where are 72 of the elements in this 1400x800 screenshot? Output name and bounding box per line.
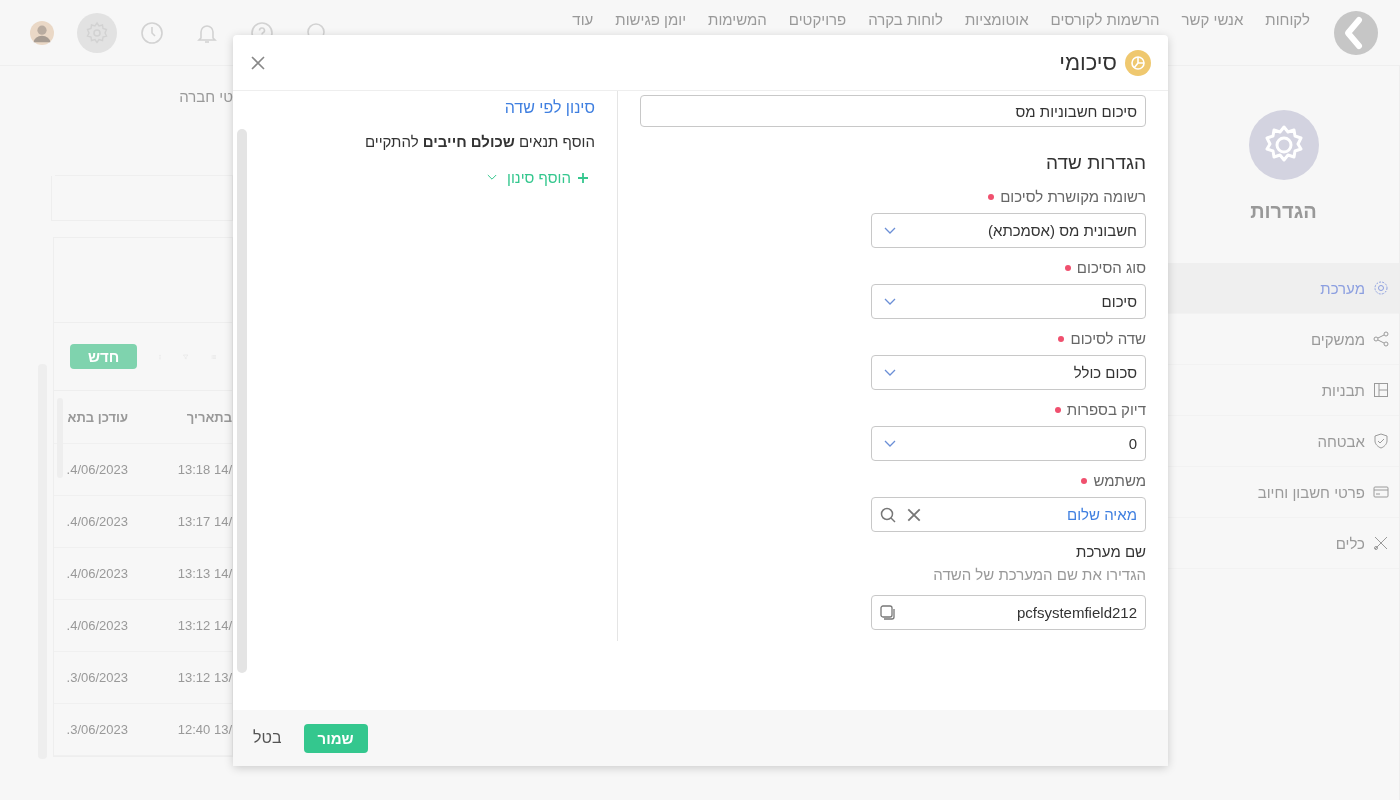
required-dot [988,193,995,200]
table-cell-text: 13:18 14/ [176,462,232,477]
field-label: רשומה מקושרת לסיכום [1000,188,1146,205]
dropdown[interactable]: סיכום [871,284,1146,319]
nav-link[interactable]: המשימות [708,11,767,28]
gear-icon [1373,280,1389,296]
table-cell-text: .4/06/2023 [65,462,128,477]
card-icon [1373,484,1389,500]
required-dot [1064,264,1071,271]
field-label: שם מערכת [1076,543,1146,560]
gear-icon [1248,110,1319,180]
table-cell-text: 13:12 14/ [176,618,232,633]
sidebar-title: הגדרות [1250,200,1317,223]
chevron-icon[interactable] [487,174,497,181]
nav-link[interactable]: אוטומציות [964,11,1029,28]
column-header: בתאריך [185,409,232,425]
table-cell-text: .3/06/2023 [65,670,128,685]
search-icon[interactable] [880,506,896,523]
settings-icon[interactable] [77,12,117,53]
field-label: שדה לסיכום [1070,330,1146,347]
table-cell-text: .4/06/2023 [65,514,128,529]
nav-link[interactable]: הרשמות לקורסים [1050,11,1160,28]
scrollbar[interactable] [237,129,247,673]
required-dot [1054,406,1061,413]
table-cell-text: 13:17 14/ [176,514,232,529]
share-icon [1373,331,1389,347]
table-cell-text: 13:12 13/ [176,670,232,685]
dropdown[interactable]: חשבונית מס (אסמכתא) [871,213,1146,248]
required-dot [1058,335,1065,342]
tools-icon [1373,535,1389,551]
nav-link[interactable]: לקוחות [1265,11,1310,28]
close-icon[interactable] [250,54,266,71]
table-cell-text: .3/06/2023 [65,722,128,737]
table-cell-text: 12:40 13/ [176,722,232,737]
sidebar-item[interactable]: מערכת [1168,263,1399,314]
dropdown[interactable]: סכום כולל [871,355,1146,390]
table-cell-text: .4/06/2023 [65,618,128,633]
field-label: דיוק בספרות [1066,401,1146,418]
clear-icon[interactable] [906,506,922,523]
save-button[interactable]: שמור [303,723,368,753]
table-cell-text: .4/06/2023 [65,566,128,581]
layout-icon [1373,382,1389,398]
column-header: עודכן בתא [66,409,128,425]
nav-link[interactable]: אנשי קשר [1181,11,1244,28]
copy-icon[interactable] [880,604,896,621]
shield-icon [1373,433,1389,449]
dropdown[interactable]: 0 [871,426,1146,461]
chevron-icon[interactable] [884,368,896,377]
system-name-field[interactable]: pcfsystemfield212 [871,595,1146,630]
filter-description: הוסף תנאים שכולם חייבים להתקיים [364,133,595,150]
logo-icon[interactable] [1334,10,1378,55]
name-field[interactable]: סיכום חשבוניות מס [640,95,1146,127]
chevron-icon[interactable] [884,439,896,448]
chevron-icon[interactable] [884,297,896,306]
field-label: משתמש [1093,472,1146,489]
chevron-icon[interactable] [884,226,896,235]
nav-link[interactable]: לוחות בקרה [868,11,943,28]
required-dot [1081,477,1088,484]
dialog-title: סיכומי [1059,49,1117,76]
section-title: הגדרות שדה [1046,152,1146,174]
nav-link[interactable]: עוד [572,11,594,28]
nav-link[interactable]: יומן פגישות [615,11,687,28]
field-hint: הגדירו את שם המערכת של השדה [933,566,1146,583]
chart-icon [1125,49,1151,76]
add-filter-button[interactable]: הוסף סינון [487,169,589,186]
filter-link[interactable]: סינון לפי שדה [504,99,595,117]
field-label: סוג הסיכום [1076,259,1146,276]
new-button[interactable]: חדש [70,344,138,369]
plus-icon[interactable] [577,171,589,184]
nav-link[interactable]: פרויקטים [788,11,847,28]
cancel-button[interactable]: בטל [249,725,286,751]
table-cell-text: 13:13 14/ [176,566,232,581]
